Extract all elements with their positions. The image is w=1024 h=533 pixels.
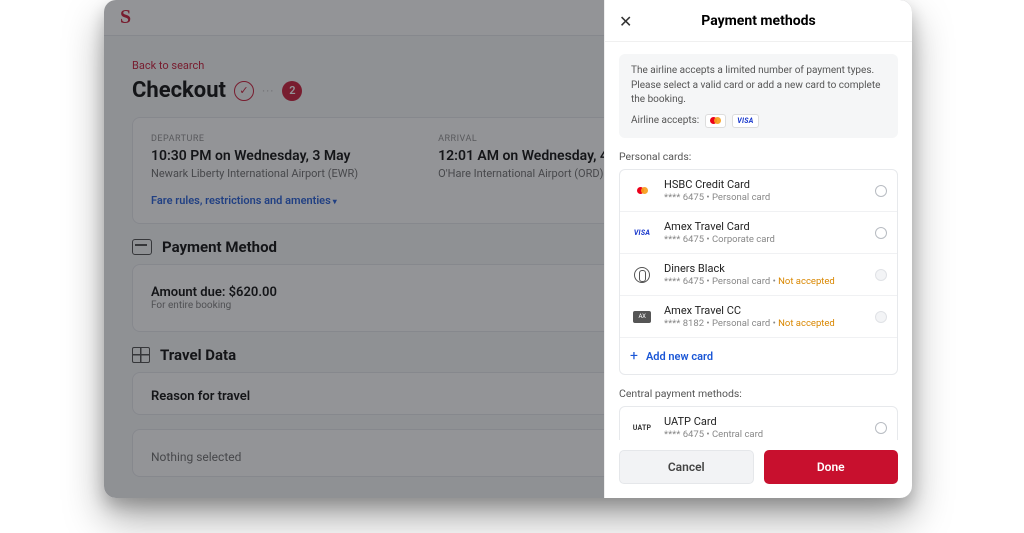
amex-icon: AX (633, 311, 651, 323)
radio-disabled (875, 269, 887, 281)
diners-icon (634, 267, 650, 283)
info-box: The airline accepts a limited number of … (619, 54, 898, 138)
done-button[interactable]: Done (764, 450, 899, 484)
visa-icon: VISA (732, 114, 758, 128)
accepts-label: Airline accepts: (631, 114, 699, 129)
radio-disabled (875, 311, 887, 323)
cancel-button[interactable]: Cancel (619, 450, 754, 484)
drawer-title: Payment methods (701, 13, 815, 29)
payment-drawer: ✕ Payment methods The airline accepts a … (604, 0, 912, 498)
mastercard-icon (705, 114, 726, 128)
card-diners[interactable]: Diners Black **** 6475 • Personal card •… (620, 254, 897, 296)
uatp-icon: UATP (633, 424, 651, 432)
radio[interactable] (875, 185, 887, 197)
personal-cards-label: Personal cards: (619, 150, 898, 163)
card-amex-travel[interactable]: VISA Amex Travel Card **** 6475 • Corpor… (620, 212, 897, 254)
close-icon[interactable]: ✕ (619, 12, 632, 31)
card-amex-cc[interactable]: AX Amex Travel CC **** 8182 • Personal c… (620, 296, 897, 338)
card-hsbc[interactable]: HSBC Credit Card **** 6475 • Personal ca… (620, 170, 897, 212)
central-label: Central payment methods: (619, 387, 898, 400)
plus-icon: + (630, 348, 638, 364)
radio[interactable] (875, 227, 887, 239)
visa-icon: VISA (634, 229, 650, 237)
card-uatp[interactable]: UATP UATP Card **** 6475 • Central card (620, 407, 897, 440)
mastercard-icon (637, 187, 648, 194)
radio[interactable] (875, 422, 887, 434)
add-new-card[interactable]: + Add new card (620, 338, 897, 374)
